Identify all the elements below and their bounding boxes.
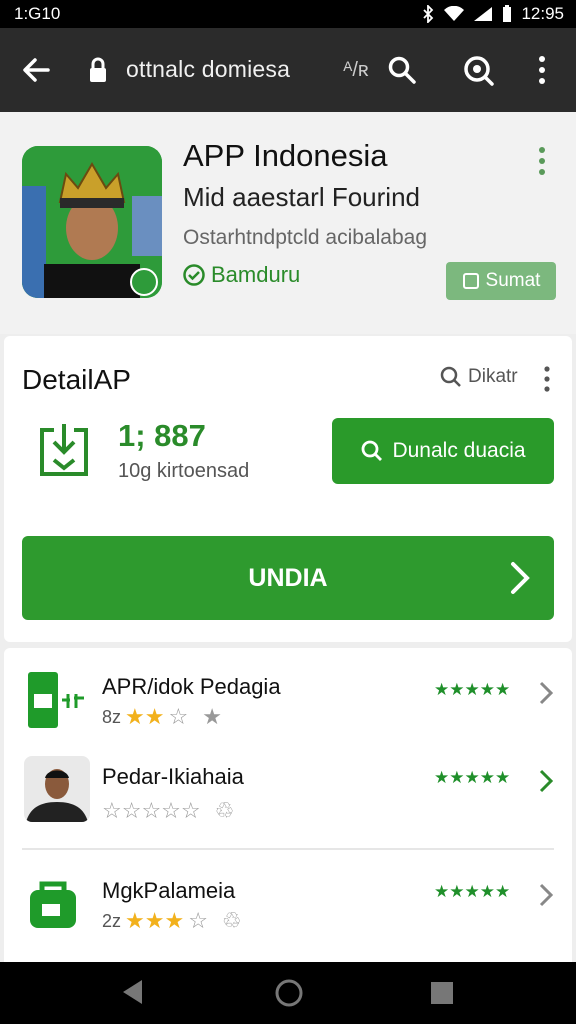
- download-count-label: 10g kirtoensad: [118, 460, 250, 482]
- detail-title: DetailAP: [22, 364, 131, 395]
- download-button-label: Dunalc duacia: [392, 439, 526, 462]
- download-button[interactable]: Dunalc duacia: [332, 418, 554, 484]
- detail-more-icon[interactable]: [542, 366, 552, 397]
- app-icon: [22, 146, 162, 298]
- back-triangle-icon[interactable]: [120, 978, 146, 1011]
- list-item-name: Pedar-Ikiahaia: [102, 764, 244, 789]
- badge-icon: ♲: [214, 798, 235, 823]
- download-count: 1; 887: [118, 418, 206, 453]
- translate-icon[interactable]: ᴬ/ʀ: [336, 50, 376, 90]
- signal-icon: [474, 7, 493, 21]
- undia-button-label: UNDIA: [248, 563, 328, 592]
- verified-badge: Bamduru: [183, 262, 300, 288]
- list-item-name: APR/idok Pedagia: [102, 674, 281, 699]
- chevron-right-icon[interactable]: [538, 882, 554, 913]
- url-field[interactable]: ottnalc domiesa: [126, 56, 290, 83]
- star-filled-icon: ★★★: [125, 908, 185, 933]
- search-icon: [440, 366, 461, 387]
- detail-search[interactable]: Dikatr: [440, 366, 518, 388]
- list-item-name: MgkPalameia: [102, 878, 236, 903]
- star-empty-icon: ☆: [168, 704, 189, 729]
- lock-icon: [80, 50, 116, 90]
- list-item[interactable]: APR/idok Pedagia 8z ★★ ☆ ★ ★★★★★: [4, 666, 572, 766]
- battery-icon: [503, 5, 512, 22]
- app-description: Ostarhtndptcld acibalabag: [183, 226, 427, 249]
- app-subtitle: Mid aaestarl Fourind: [183, 182, 420, 212]
- translate-icon-glyph: ᴬ/ʀ: [343, 58, 369, 81]
- status-time-left: 1:G10: [14, 4, 61, 23]
- app-header: APP Indonesia Mid aaestarl Fourind Ostar…: [0, 112, 576, 334]
- undia-button[interactable]: UNDIA: [22, 536, 554, 620]
- chevron-right-icon: [511, 562, 530, 594]
- folder-green-icon: [24, 876, 90, 942]
- app-title: APP Indonesia: [183, 138, 388, 173]
- verified-label: Bamduru: [211, 262, 301, 287]
- sumat-label: Sumat: [485, 270, 541, 291]
- back-arrow-icon[interactable]: [16, 50, 56, 90]
- square-icon: [462, 273, 479, 289]
- list-item-meta-prefix: 2z: [102, 910, 122, 931]
- list-item-meta: ☆☆☆☆☆ ♲: [102, 798, 234, 824]
- rating-stars: ★★★★★: [434, 882, 511, 901]
- list-item-meta-prefix: 8z: [102, 706, 122, 727]
- badge-icon: ♲: [221, 908, 242, 933]
- person-avatar: [24, 756, 90, 822]
- status-icons: 12:95: [421, 4, 564, 24]
- detail-card: DetailAP Dikatr 1; 887 10g kirtoensad Du…: [4, 336, 572, 642]
- chevron-right-icon[interactable]: [538, 680, 554, 711]
- star-empty-icon: ☆☆☆☆☆: [102, 798, 201, 823]
- sumat-button[interactable]: Sumat: [446, 262, 556, 300]
- app-list: APR/idok Pedagia 8z ★★ ☆ ★ ★★★★★ Pedar-Ik…: [4, 648, 572, 964]
- home-circle-icon[interactable]: [274, 978, 304, 1013]
- system-nav-bar: [0, 962, 576, 1024]
- check-circle-icon: [183, 264, 205, 286]
- recents-square-icon[interactable]: [430, 981, 454, 1010]
- chevron-right-icon[interactable]: [538, 768, 554, 799]
- search-icon[interactable]: [382, 50, 422, 90]
- download-tray-icon: [38, 422, 90, 483]
- status-bar: 1:G10 12:95: [0, 0, 576, 28]
- search-icon: [362, 440, 383, 461]
- wifi-icon: [444, 6, 465, 21]
- header-more-icon[interactable]: [536, 146, 548, 181]
- status-time-right: 12:95: [521, 4, 564, 23]
- detail-search-label: Dikatr: [468, 366, 518, 387]
- star-filled-icon: ★★: [125, 704, 165, 729]
- star-grey-icon: ★: [202, 704, 222, 729]
- zoom-icon[interactable]: [458, 50, 498, 90]
- overflow-menu-icon[interactable]: [522, 50, 562, 90]
- list-item[interactable]: MgkPalameia 2z ★★★ ☆ ♲ ★★★★★: [4, 866, 572, 964]
- list-divider: [22, 848, 554, 850]
- browser-toolbar: ottnalc domiesa ᴬ/ʀ: [0, 28, 576, 112]
- rating-stars: ★★★★★: [434, 768, 511, 787]
- app-green-icon: [24, 670, 90, 736]
- star-empty-icon: ☆: [188, 908, 208, 933]
- bluetooth-icon: [423, 5, 434, 23]
- list-item[interactable]: Pedar-Ikiahaia ☆☆☆☆☆ ♲ ★★★★★: [4, 752, 572, 852]
- list-item-meta: 8z ★★ ☆ ★: [102, 704, 222, 730]
- rating-stars: ★★★★★: [434, 680, 511, 699]
- list-item-meta: 2z ★★★ ☆ ♲: [102, 908, 242, 934]
